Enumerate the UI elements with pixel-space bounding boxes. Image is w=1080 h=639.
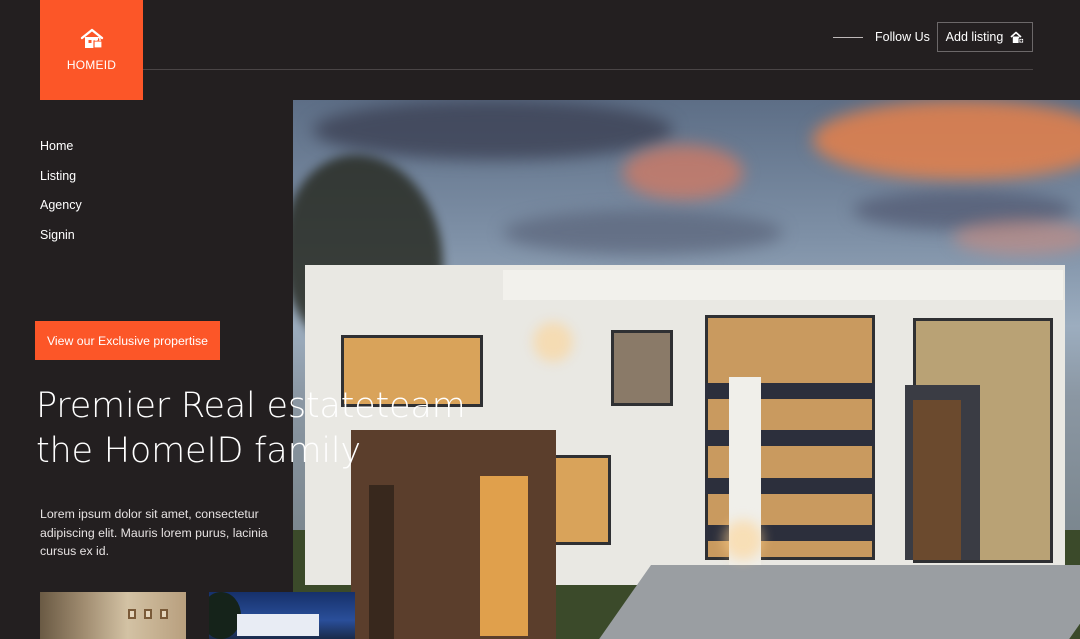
main-nav: Home Listing Agency Signin: [40, 139, 82, 257]
exclusive-properties-button[interactable]: View our Exclusive propertise: [35, 321, 220, 360]
page: HOMEID Follow Us Add listing Home Listin…: [0, 0, 1080, 639]
brand-name: HOMEID: [66, 58, 117, 72]
nav-item-signin[interactable]: Signin: [40, 228, 82, 258]
wood-block-light: [480, 476, 528, 636]
add-listing-button[interactable]: Add listing: [937, 22, 1033, 52]
nav-item-home[interactable]: Home: [40, 139, 82, 169]
property-thumbnail[interactable]: [40, 592, 186, 639]
add-listing-label: Add listing: [945, 30, 1004, 44]
house-door: [913, 400, 961, 560]
house-roofline: [503, 270, 1063, 300]
wall-frame: [144, 609, 152, 619]
wall-lamp-glow: [723, 520, 763, 560]
house-window: [611, 330, 673, 406]
wall-frame: [160, 609, 168, 619]
sky-cloud: [953, 220, 1080, 255]
sky-cloud: [503, 210, 783, 255]
property-thumbnail[interactable]: [209, 592, 355, 639]
thumbnail-house: [237, 614, 319, 636]
hero-image: [293, 100, 1080, 639]
walkway: [594, 565, 1080, 639]
brand-logo[interactable]: HOMEID: [40, 0, 143, 100]
hero-headline-line-2: the HomeID family: [36, 431, 361, 471]
house-plus-icon: [1010, 31, 1025, 43]
follow-us-link[interactable]: Follow Us: [875, 30, 930, 44]
header-divider: [143, 69, 1033, 70]
hero-headline-line-1: Premier Real estateteam: [36, 386, 466, 426]
house-lock-icon: [80, 28, 103, 49]
hero-description: Lorem ipsum dolor sit amet, consectetur …: [40, 507, 268, 558]
nav-item-agency[interactable]: Agency: [40, 198, 82, 228]
sky-cloud: [813, 100, 1080, 180]
house-window: [553, 455, 611, 545]
sky-cloud: [623, 145, 743, 200]
follow-us-dash: [833, 37, 863, 38]
wall-lamp-glow: [533, 322, 573, 362]
wood-block-recess: [369, 485, 394, 639]
nav-item-listing[interactable]: Listing: [40, 169, 82, 199]
sky-cloud: [313, 100, 673, 160]
wall-frame: [128, 609, 136, 619]
hero-headline: Premier Real estateteam the HomeID famil…: [36, 384, 496, 474]
